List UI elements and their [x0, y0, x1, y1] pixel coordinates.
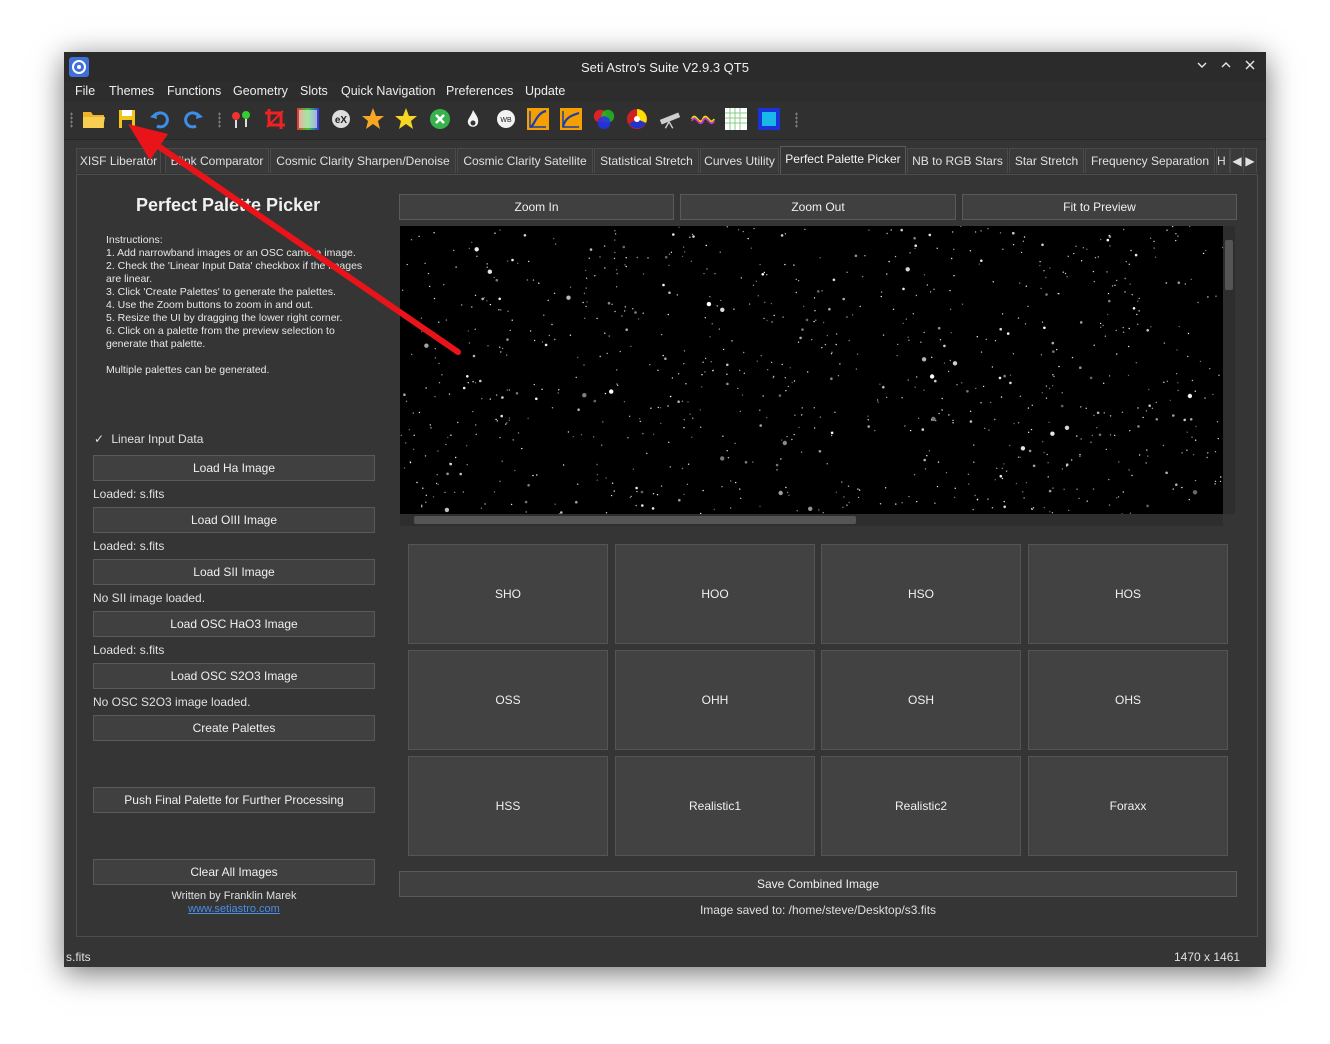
annotation-arrow-head — [128, 124, 168, 160]
annotation-arrow — [128, 124, 461, 355]
annotation-arrow-line — [145, 136, 461, 355]
